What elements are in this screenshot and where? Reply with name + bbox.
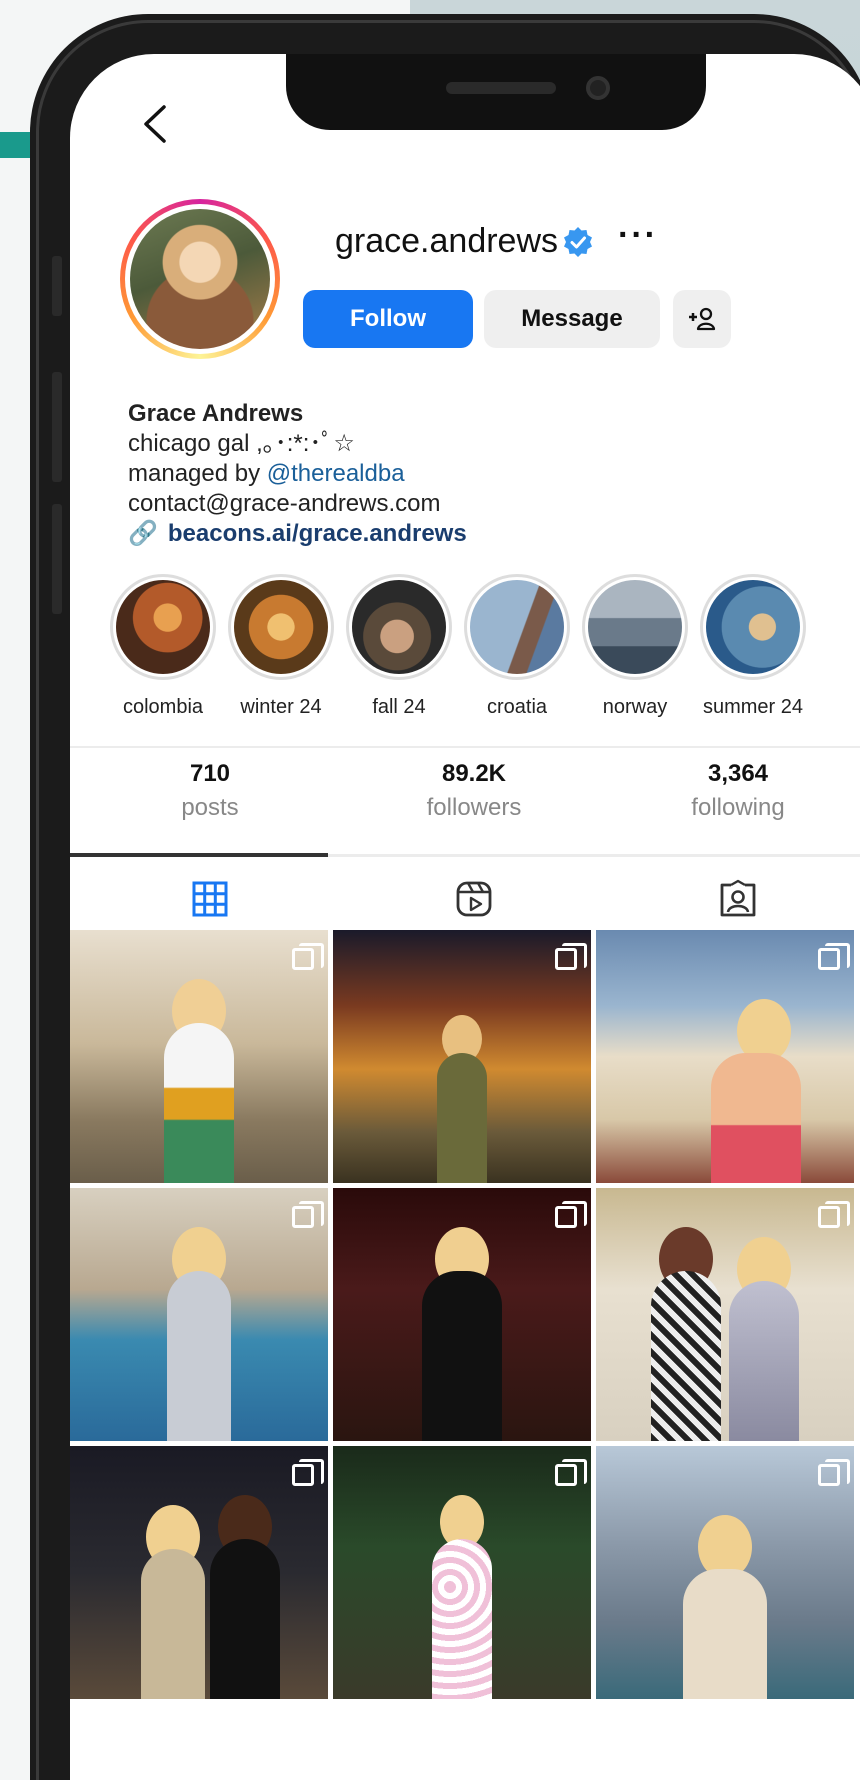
highlight-label: norway xyxy=(602,696,668,718)
follow-button[interactable]: Follow xyxy=(303,290,473,348)
carousel-icon xyxy=(292,1201,324,1228)
grid-icon xyxy=(192,881,228,917)
highlight-cover xyxy=(470,580,564,674)
highlight-cover xyxy=(234,580,328,674)
highlight-cover xyxy=(352,580,446,674)
highlight-label: summer 24 xyxy=(702,696,804,718)
phone-side-button xyxy=(52,372,62,482)
highlight-label: fall 24 xyxy=(372,696,426,718)
carousel-icon xyxy=(818,943,850,970)
post-thumbnail[interactable] xyxy=(596,930,854,1183)
section-divider xyxy=(70,746,860,748)
highlight-item[interactable]: colombia xyxy=(108,574,218,719)
bio-external-link[interactable]: beacons.ai/grace.andrews xyxy=(168,520,467,547)
more-options-button[interactable]: ··· xyxy=(618,216,658,255)
avatar-photo xyxy=(130,209,270,349)
profile-display-name: Grace Andrews xyxy=(128,400,304,427)
phone-notch xyxy=(286,54,706,130)
highlight-item[interactable]: summer 24 xyxy=(698,574,808,719)
highlight-item[interactable]: winter 24 xyxy=(226,574,336,719)
phone-side-button xyxy=(52,256,62,316)
back-button[interactable] xyxy=(130,94,180,154)
carousel-icon xyxy=(555,1201,587,1228)
highlight-label: croatia xyxy=(486,696,548,718)
profile-stats: 710 posts 89.2K followers 3,364 followin… xyxy=(70,760,860,840)
reels-icon xyxy=(456,881,492,917)
carousel-icon xyxy=(818,1459,850,1486)
bio-mention-link[interactable]: @therealdba xyxy=(267,460,405,487)
bio-link-line: 🔗 beacons.ai/grace.andrews xyxy=(128,519,467,549)
post-thumbnail[interactable] xyxy=(70,1446,328,1699)
story-highlights: colombia winter 24 fall 24 croatia norwa… xyxy=(108,574,860,734)
phone-screen: grace.andrews ··· Follow Message Grace A… xyxy=(70,54,860,1780)
post-thumbnail[interactable] xyxy=(596,1446,854,1699)
stat-following[interactable]: 3,364 following xyxy=(628,760,848,822)
profile-bio: Grace Andrews chicago gal ,｡･:*:･ﾟ☆ mana… xyxy=(128,399,467,549)
post-thumbnail[interactable] xyxy=(70,1188,328,1441)
carousel-icon xyxy=(555,1459,587,1486)
highlight-cover xyxy=(706,580,800,674)
notch-speaker xyxy=(446,82,556,94)
front-camera xyxy=(586,76,610,100)
carousel-icon xyxy=(555,943,587,970)
message-button-label: Message xyxy=(521,305,623,332)
stat-label: following xyxy=(691,794,785,821)
message-button[interactable]: Message xyxy=(484,290,660,348)
carousel-icon xyxy=(818,1201,850,1228)
verified-badge-icon xyxy=(564,227,592,257)
tab-posts-grid[interactable] xyxy=(80,874,340,924)
stat-label: posts xyxy=(181,794,239,821)
add-person-icon xyxy=(689,307,716,331)
follow-button-label: Follow xyxy=(350,305,426,332)
stat-value: 89.2K xyxy=(441,760,507,787)
highlight-label: colombia xyxy=(122,696,204,718)
bio-managed-prefix: managed by xyxy=(128,460,267,487)
highlight-item[interactable]: norway xyxy=(580,574,690,719)
posts-grid xyxy=(70,930,860,1780)
highlight-cover xyxy=(588,580,682,674)
bio-managed-line: managed by @therealdba xyxy=(128,459,467,489)
post-thumbnail[interactable] xyxy=(70,930,328,1183)
highlight-label: winter 24 xyxy=(240,696,322,718)
post-thumbnail[interactable] xyxy=(596,1188,854,1441)
post-thumbnail[interactable] xyxy=(333,930,591,1183)
stat-posts[interactable]: 710 posts xyxy=(100,760,320,822)
post-thumbnail[interactable] xyxy=(333,1188,591,1441)
stat-value: 3,364 xyxy=(707,760,769,787)
active-tab-indicator xyxy=(70,853,328,857)
tab-reels[interactable] xyxy=(344,874,604,924)
highlight-item[interactable]: fall 24 xyxy=(344,574,454,719)
profile-avatar[interactable] xyxy=(120,199,280,359)
tab-tagged[interactable] xyxy=(608,874,860,924)
stat-label: followers xyxy=(426,794,522,821)
suggested-users-button[interactable] xyxy=(673,290,731,348)
bio-contact-email: contact@grace-andrews.com xyxy=(128,490,441,517)
bio-line: chicago gal ,｡･:*:･ﾟ☆ xyxy=(128,430,355,457)
phone-side-button xyxy=(52,504,62,614)
carousel-icon xyxy=(292,943,324,970)
highlight-cover xyxy=(116,580,210,674)
carousel-icon xyxy=(292,1459,324,1486)
stat-value: 710 xyxy=(189,760,231,787)
chevron-left-icon xyxy=(144,105,166,143)
highlight-item[interactable]: croatia xyxy=(462,574,572,719)
link-icon: 🔗 xyxy=(128,520,158,547)
post-thumbnail[interactable] xyxy=(333,1446,591,1699)
phone-frame: grace.andrews ··· Follow Message Grace A… xyxy=(30,14,860,1780)
profile-username: grace.andrews xyxy=(335,222,559,260)
tagged-icon xyxy=(720,879,756,917)
stat-followers[interactable]: 89.2K followers xyxy=(364,760,584,822)
